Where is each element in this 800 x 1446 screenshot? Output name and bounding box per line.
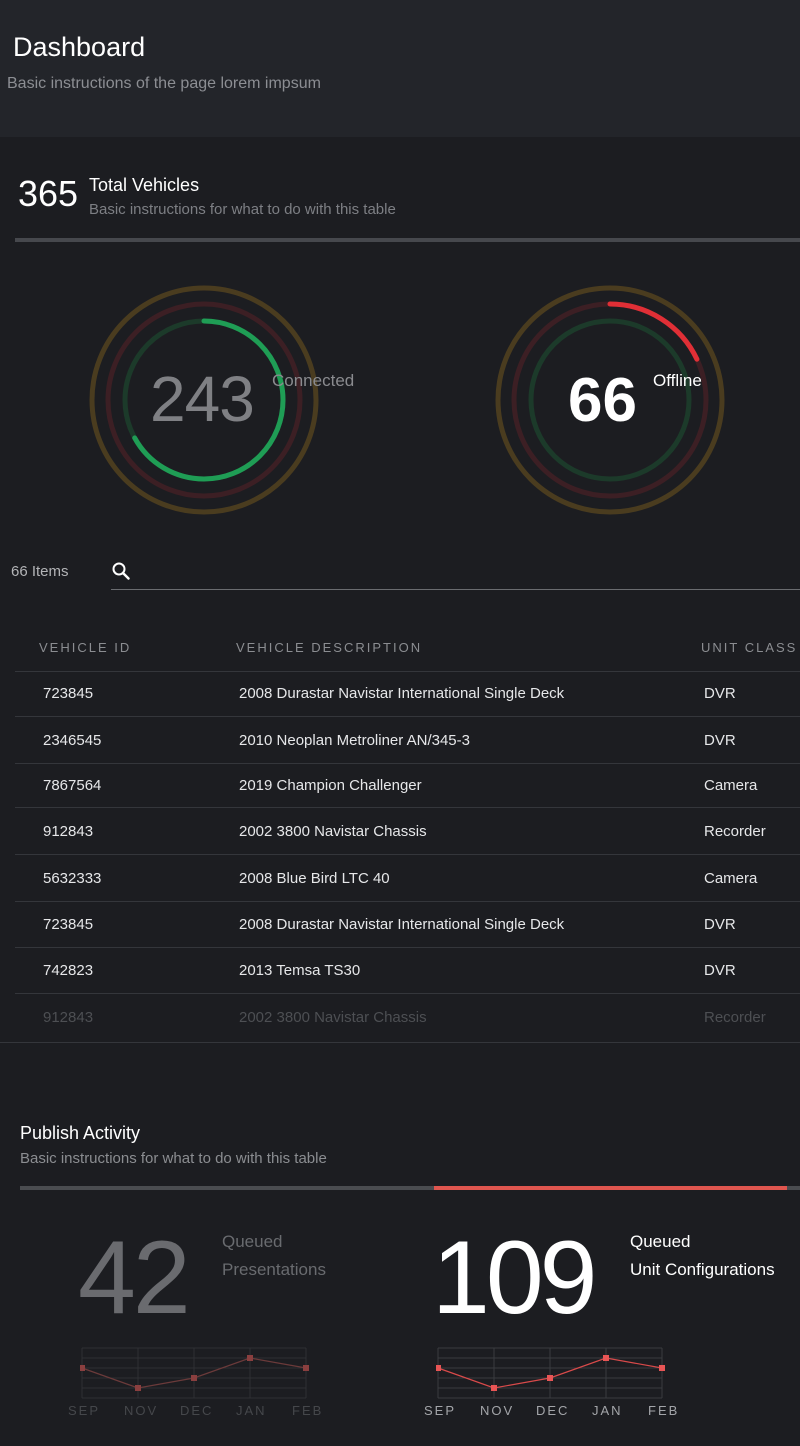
publish-tab-presentations[interactable] — [20, 1186, 434, 1190]
vehicle-description-cell: 2008 Durastar Navistar International Sin… — [239, 916, 565, 933]
sparkline-point — [80, 1365, 85, 1371]
table-row[interactable]: 742823 2013 Temsa TS30 DVR — [15, 948, 800, 994]
month-label: NOV — [124, 1403, 159, 1418]
sparkline-point — [191, 1375, 197, 1381]
unit-class-cell: DVR — [704, 732, 736, 749]
month-label: FEB — [648, 1403, 680, 1418]
vehicle-description-cell: 2013 Temsa TS30 — [239, 962, 361, 979]
unit-class-cell: DVR — [704, 916, 736, 933]
sparkline-point — [603, 1355, 609, 1361]
sparkline-point — [247, 1355, 253, 1361]
unit-class-cell: DVR — [704, 962, 736, 979]
vehicle-id-cell: 723845 — [43, 916, 94, 933]
configurations-sparkline — [436, 1347, 665, 1399]
vehicle-description-cell: 2019 Champion Challenger — [239, 777, 422, 794]
connected-count: 243 — [150, 363, 255, 435]
vehicle-description-cell: 2002 3800 Navistar Chassis — [239, 823, 427, 840]
sparkline-point — [547, 1375, 553, 1381]
vehicle-id-cell: 912843 — [43, 1009, 94, 1026]
vehicle-id-cell: 742823 — [43, 962, 94, 979]
connected-label: Connected — [272, 371, 355, 390]
publish-tab-configurations[interactable] — [434, 1186, 787, 1190]
sparkline-point — [436, 1365, 441, 1371]
vehicle-description-cell: 2008 Blue Bird LTC 40 — [239, 870, 390, 887]
queued-configurations-label-2: Unit Configurations — [630, 1260, 775, 1279]
total-vehicles-title: Total Vehicles — [89, 175, 200, 195]
publish-activity-title: Publish Activity — [20, 1123, 141, 1143]
month-label: DEC — [536, 1403, 570, 1418]
sparkline-point — [135, 1385, 141, 1391]
sparkline-point — [303, 1365, 309, 1371]
month-label: JAN — [236, 1403, 267, 1418]
section-divider — [15, 238, 800, 242]
offline-count: 66 — [568, 366, 637, 435]
queued-presentations-label-1: Queued — [222, 1232, 283, 1251]
unit-class-cell: Recorder — [704, 1009, 766, 1026]
queued-presentations-label-2: Presentations — [222, 1260, 326, 1279]
table-row[interactable]: 723845 2008 Durastar Navistar Internation… — [15, 671, 800, 717]
queued-configurations-count: 109 — [432, 1220, 598, 1336]
table-row[interactable]: 5632333 2008 Blue Bird LTC 40 Camera — [15, 855, 800, 902]
column-header-vehicle-id[interactable]: VEHICLE ID — [39, 640, 131, 655]
search-icon[interactable] — [111, 561, 131, 581]
publish-tab-rail — [787, 1186, 800, 1190]
month-label: NOV — [480, 1403, 515, 1418]
unit-class-cell: Camera — [704, 870, 758, 887]
vehicle-id-cell: 7867564 — [43, 777, 102, 794]
presentations-sparkline — [80, 1347, 309, 1399]
table-bottom-divider — [0, 1042, 800, 1043]
unit-class-cell: Recorder — [704, 823, 766, 840]
total-vehicles-subtitle: Basic instructions for what to do with t… — [89, 201, 396, 218]
month-label: SEP — [68, 1403, 101, 1418]
table-row[interactable]: 7867564 2019 Champion Challenger Camera — [15, 764, 800, 808]
unit-class-cell: Camera — [704, 777, 758, 794]
vehicle-description-cell: 2010 Neoplan Metroliner AN/345-3 — [239, 732, 470, 749]
vehicle-id-cell: 2346545 — [43, 732, 102, 749]
items-count: 66 Items — [11, 563, 69, 580]
month-label: FEB — [292, 1403, 324, 1418]
page-title: Dashboard — [13, 32, 146, 62]
table-row[interactable]: 723845 2008 Durastar Navistar Internation… — [15, 902, 800, 948]
column-header-vehicle-description[interactable]: VEHICLE DESCRIPTION — [236, 640, 422, 655]
table-row[interactable]: 2346545 2010 Neoplan Metroliner AN/345-3 D… — [15, 717, 800, 764]
offline-label: Offline — [653, 371, 702, 390]
vehicle-id-cell: 5632333 — [43, 870, 102, 887]
vehicle-id-cell: 912843 — [43, 823, 94, 840]
search-input[interactable] — [111, 589, 800, 590]
vehicle-id-cell: 723845 — [43, 685, 94, 702]
vehicle-description-cell: 2002 3800 Navistar Chassis — [239, 1009, 427, 1026]
queued-presentations-count: 42 — [78, 1220, 191, 1336]
month-label: DEC — [180, 1403, 214, 1418]
page-subtitle: Basic instructions of the page lorem imp… — [7, 75, 321, 92]
month-label: SEP — [424, 1403, 457, 1418]
sparkline-point — [659, 1365, 665, 1371]
publish-activity-subtitle: Basic instructions for what to do with t… — [20, 1150, 327, 1167]
table-row[interactable]: 912843 2002 3800 Navistar Chassis Recorder — [15, 994, 800, 1042]
month-label: JAN — [592, 1403, 623, 1418]
unit-class-cell: DVR — [704, 685, 736, 702]
table-row[interactable]: 912843 2002 3800 Navistar Chassis Recorder — [15, 808, 800, 855]
total-vehicles-count: 365 — [18, 173, 79, 214]
queued-configurations-label-1: Queued — [630, 1232, 691, 1251]
column-header-unit-class[interactable]: UNIT CLASS — [701, 640, 797, 655]
sparkline-point — [491, 1385, 497, 1391]
vehicle-description-cell: 2008 Durastar Navistar International Sin… — [239, 685, 565, 702]
page-header: Dashboard Basic instructions of the page… — [0, 0, 800, 137]
